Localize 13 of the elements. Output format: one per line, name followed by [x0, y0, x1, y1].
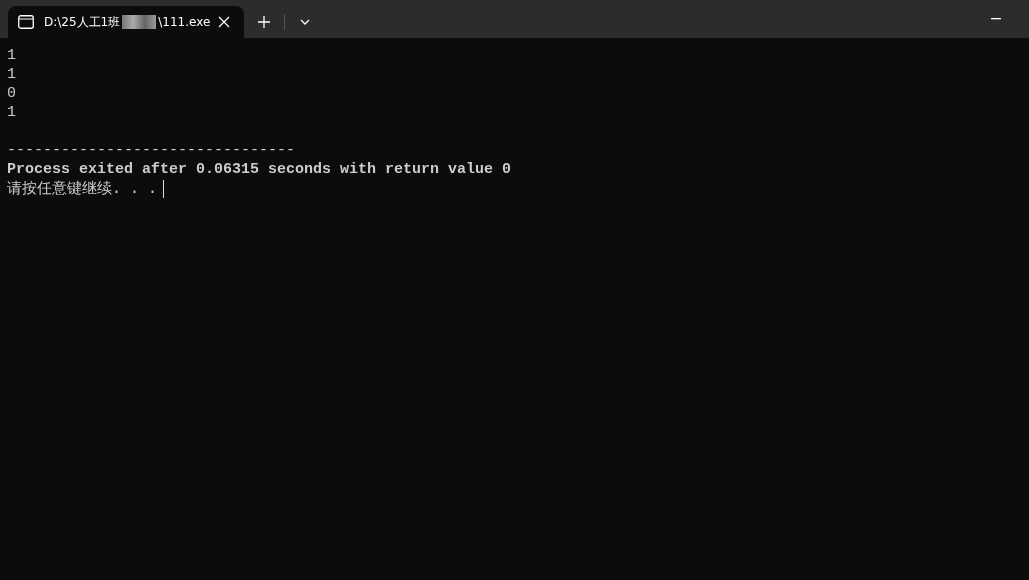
console-line: Process exited after 0.06315 seconds with return value 0 [7, 160, 513, 179]
console-icon [18, 15, 34, 29]
console-line: 请按任意键继续. . . [7, 179, 158, 198]
console-line: 1 [7, 103, 17, 122]
console-line: 0 [7, 84, 17, 103]
tab-title: \111.exe [158, 15, 211, 29]
console-line: 1 [7, 46, 17, 65]
redaction-block [122, 15, 157, 29]
separator-line: -------------------------------- [7, 141, 297, 160]
console-line: 1 [7, 65, 17, 84]
text-cursor [163, 179, 165, 198]
terminal-tab[interactable]: D:\25人工1班 \111.exe [8, 6, 244, 38]
tab-title: D:\25人工1班 [44, 13, 121, 31]
